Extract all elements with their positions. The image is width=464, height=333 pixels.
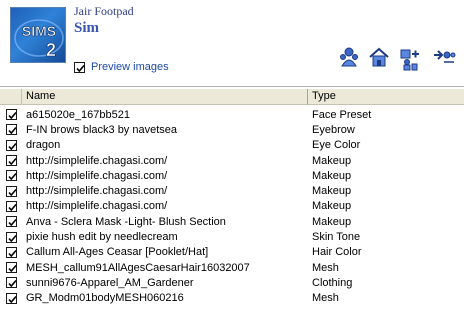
row-type: Skin Tone: [312, 231, 361, 244]
type-column-header[interactable]: Type: [308, 89, 464, 105]
row-checkbox[interactable]: [5, 124, 17, 136]
row-checkbox[interactable]: [5, 200, 17, 212]
row-type: Makeup: [312, 200, 352, 213]
row-type: Hair Color: [312, 246, 362, 259]
package-contents-list[interactable]: Name Type a615020e_167bb521 Face Preset F-…: [0, 86, 464, 333]
row-type: Makeup: [312, 215, 352, 228]
row-name: http://simplelife.chagasi.com/: [26, 200, 168, 213]
svg-text:2: 2: [46, 40, 56, 60]
row-checkbox[interactable]: [5, 246, 17, 258]
row-type: Mesh: [312, 292, 339, 305]
row-name: GR_Modm01bodyMESH060216: [26, 292, 184, 305]
row-type: Mesh: [312, 261, 339, 274]
table-row[interactable]: http://simplelife.chagasi.com/Makeup: [0, 168, 464, 183]
table-row[interactable]: F-IN brows black3 by navetsea Eyebrow: [0, 122, 464, 137]
row-checkbox[interactable]: [5, 185, 17, 197]
row-checkbox-cell: [0, 185, 22, 197]
row-checkbox-cell: [0, 277, 22, 289]
package-type: Sim: [74, 20, 100, 36]
row-checkbox-cell: [0, 155, 22, 167]
table-row[interactable]: http://simplelife.chagasi.com/Makeup: [0, 183, 464, 198]
row-checkbox[interactable]: [5, 262, 17, 274]
row-checkbox-cell: [0, 246, 22, 258]
creator-name: Jair Footpad: [74, 4, 134, 18]
row-type: Makeup: [312, 185, 352, 198]
add-sim-button[interactable]: [398, 46, 420, 71]
row-checkbox-cell: [0, 139, 22, 151]
row-name: Callum All-Ages Ceasar [Pooklet/Hat]: [26, 246, 209, 259]
row-name: Anva - Sclera Mask -Light- Blush Section: [26, 215, 226, 228]
row-checkbox[interactable]: [5, 139, 17, 151]
row-name: dragon: [26, 139, 61, 152]
table-row[interactable]: http://simplelife.chagasi.com/Makeup: [0, 153, 464, 168]
row-checkbox-cell: [0, 292, 22, 304]
name-column-header[interactable]: Name: [22, 89, 308, 105]
row-type: Makeup: [312, 154, 352, 167]
row-checkbox-cell: [0, 200, 22, 212]
checkbox-column-header[interactable]: [0, 89, 22, 105]
row-checkbox-cell: [0, 124, 22, 136]
table-row[interactable]: MESH_callum91AllAgesCaesarHair16032007 Me…: [0, 260, 464, 275]
column-header-row: Name Type: [0, 89, 464, 105]
preview-images-toggle[interactable]: Preview images: [74, 61, 169, 73]
row-checkbox-cell: [0, 109, 22, 121]
table-row[interactable]: Callum All-Ages Ceasar [Pooklet/Hat] Hair…: [0, 245, 464, 260]
sim-icon: [340, 47, 358, 67]
table-row[interactable]: a615020e_167bb521 Face Preset: [0, 107, 464, 122]
table-rows: a615020e_167bb521 Face Preset F-IN brows b…: [0, 107, 464, 306]
home-icon: [369, 47, 389, 67]
row-checkbox[interactable]: [5, 277, 17, 289]
table-row[interactable]: dragon Eye Color: [0, 138, 464, 153]
row-type: Eyebrow: [312, 123, 355, 136]
row-name: sunni9676-Apparel_AM_Gardener: [26, 276, 194, 289]
sim-button[interactable]: [338, 46, 360, 68]
row-type: Clothing: [312, 276, 353, 289]
row-name: MESH_callum91AllAgesCaesarHair16032007: [26, 261, 250, 274]
row-name: http://simplelife.chagasi.com/: [26, 185, 168, 198]
row-name: F-IN brows black3 by navetsea: [26, 123, 178, 136]
row-name: a615020e_167bb521: [26, 108, 131, 121]
table-row[interactable]: http://simplelife.chagasi.com/Makeup: [0, 199, 464, 214]
row-type: Face Preset: [312, 108, 372, 121]
row-checkbox-cell: [0, 216, 22, 228]
row-checkbox-cell: [0, 262, 22, 274]
table-row[interactable]: GR_Modm01bodyMESH060216 Mesh: [0, 291, 464, 306]
row-type: Eye Color: [312, 139, 361, 152]
row-checkbox[interactable]: [5, 109, 17, 121]
row-checkbox[interactable]: [5, 216, 17, 228]
row-type: Makeup: [312, 169, 352, 182]
transfer-icon: [434, 50, 456, 63]
sims2-logo: SIMS 2: [10, 7, 66, 63]
row-checkbox[interactable]: [5, 292, 17, 304]
row-name: pixie hush edit by needlecream: [26, 231, 178, 244]
table-row[interactable]: Anva - Sclera Mask -Light- Blush Section…: [0, 214, 464, 229]
row-name: http://simplelife.chagasi.com/: [26, 169, 168, 182]
transfer-button[interactable]: [432, 46, 456, 68]
row-checkbox[interactable]: [5, 231, 17, 243]
table-row[interactable]: sunni9676-Apparel_AM_Gardener Clothing: [0, 275, 464, 290]
add-sim-icon: [400, 49, 419, 71]
preview-label: Preview images: [91, 61, 169, 73]
row-checkbox[interactable]: [5, 170, 17, 182]
preview-checkbox[interactable]: [74, 61, 85, 73]
row-name: http://simplelife.chagasi.com/: [26, 154, 168, 167]
row-checkbox[interactable]: [5, 155, 17, 167]
package-header: SIMS 2 Jair Footpad Sim Preview images: [0, 0, 464, 86]
home-button[interactable]: [368, 46, 390, 68]
logo-text: SIMS: [22, 23, 56, 39]
row-checkbox-cell: [0, 170, 22, 182]
row-checkbox-cell: [0, 231, 22, 243]
table-row[interactable]: pixie hush edit by needlecream Skin Tone: [0, 229, 464, 244]
